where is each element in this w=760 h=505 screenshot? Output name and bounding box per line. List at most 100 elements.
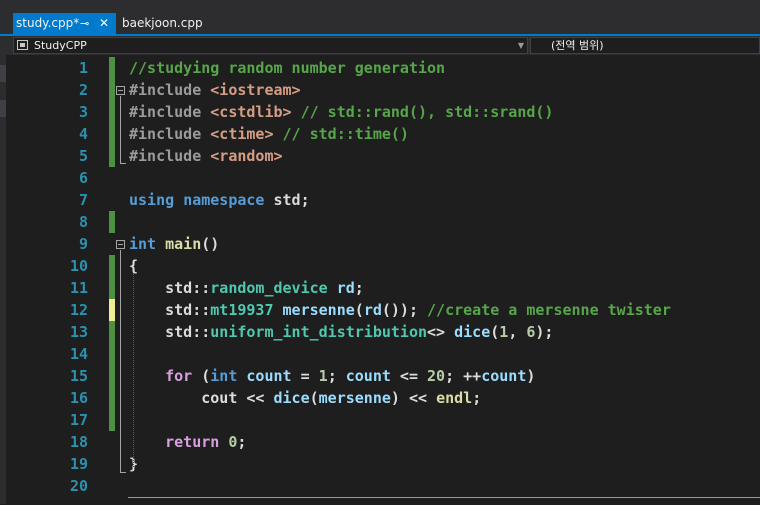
- code-text: cout << dice(mersenne) << endl;: [129, 387, 481, 409]
- code-token: std::: [129, 323, 211, 341]
- code-text: #include <iostream>: [129, 79, 301, 101]
- code-text: //studying random number generation: [129, 57, 445, 79]
- code-line[interactable]: 7 using namespace std;: [6, 189, 760, 211]
- code-token: );: [535, 323, 554, 341]
- code-token: 20: [427, 367, 446, 385]
- code-line[interactable]: 8: [6, 211, 760, 233]
- line-number: 20: [69, 477, 88, 495]
- indent-guide: [133, 273, 134, 467]
- code-token: count: [345, 367, 391, 385]
- code-token: <ctime>: [210, 125, 274, 143]
- change-marker: [109, 299, 115, 321]
- collapse-icon[interactable]: [116, 240, 125, 249]
- code-line[interactable]: 20: [6, 475, 760, 497]
- project-label: StudyCPP: [34, 39, 87, 52]
- project-dropdown[interactable]: StudyCPP ▼: [13, 37, 528, 54]
- code-token: (: [354, 301, 364, 319]
- code-token: endl: [436, 389, 473, 407]
- code-text: #include <ctime> // std::time(): [129, 123, 409, 145]
- change-marker: [109, 255, 115, 277]
- code-token: ());: [381, 301, 428, 319]
- code-token: #include: [129, 81, 211, 99]
- code-text: #include <random>: [129, 145, 283, 167]
- code-text: return 0;: [129, 431, 246, 453]
- code-editor[interactable]: 1 //studying random number generation 2 #in…: [6, 55, 760, 504]
- code-token: #include: [129, 147, 211, 165]
- code-token: ;: [327, 367, 346, 385]
- fold-region-end: [120, 163, 126, 164]
- change-marker: [109, 321, 115, 343]
- code-token: cout <<: [129, 389, 274, 407]
- tab-study-cpp[interactable]: study.cpp* ⊸ ✕: [13, 13, 116, 34]
- change-marker: [109, 277, 115, 299]
- code-token: <>: [427, 323, 455, 341]
- collapse-icon[interactable]: [116, 86, 125, 95]
- code-token: ; ++: [445, 367, 482, 385]
- line-number: 12: [69, 301, 88, 319]
- code-text: for (int count = 1; count <= 20; ++count…: [129, 365, 535, 387]
- scope-dropdown[interactable]: (전역 범위): [530, 37, 760, 54]
- code-token: std;: [264, 191, 310, 209]
- code-token: count: [481, 367, 527, 385]
- code-token: //studying random number generation: [129, 59, 446, 77]
- code-token: =: [291, 367, 319, 385]
- line-number: 6: [78, 169, 88, 187]
- change-marker: [109, 211, 115, 233]
- code-token: 1: [499, 323, 509, 341]
- code-text: std::random_device rd;: [129, 277, 364, 299]
- pin-icon[interactable]: ⊸: [80, 13, 89, 34]
- code-token: ): [526, 367, 536, 385]
- code-token: return: [165, 433, 220, 451]
- fold-region-line: [120, 96, 121, 163]
- code-token: dice: [273, 389, 310, 407]
- code-token: std::: [129, 279, 211, 297]
- line-number: 11: [69, 279, 88, 297]
- code-text: std::uniform_int_distribution<> dice(1, …: [129, 321, 553, 343]
- change-marker: [109, 409, 115, 431]
- line-number: 19: [69, 455, 88, 473]
- code-line[interactable]: 6: [6, 167, 760, 189]
- code-token: <iostream>: [210, 81, 301, 99]
- close-icon[interactable]: ✕: [99, 13, 109, 34]
- fold-region-line: [120, 250, 121, 472]
- line-number: 13: [69, 323, 88, 341]
- tab-label: study.cpp*: [16, 16, 80, 30]
- change-marker: [109, 101, 115, 123]
- line-number: 2: [78, 81, 88, 99]
- code-text: std::mt19937 mersenne(rd()); //create a …: [129, 299, 671, 321]
- code-token: mersenne: [318, 389, 391, 407]
- line-number: 17: [69, 411, 88, 429]
- code-token: main: [165, 235, 202, 253]
- code-token: #include: [129, 103, 211, 121]
- code-token: <=: [390, 367, 428, 385]
- line-number: 1: [78, 59, 88, 77]
- code-token: for: [165, 367, 193, 385]
- line-number: 18: [69, 433, 88, 451]
- code-line[interactable]: 1 //studying random number generation: [6, 57, 760, 79]
- scope-label: (전역 범위): [551, 39, 604, 52]
- code-token: (): [201, 235, 220, 253]
- code-token: <cstdlib>: [210, 103, 292, 121]
- code-token: rd: [336, 279, 355, 297]
- code-text: using namespace std;: [129, 189, 310, 211]
- code-token: 1: [318, 367, 328, 385]
- code-token: using: [129, 191, 175, 209]
- tab-baekjoon-cpp[interactable]: baekjoon.cpp: [120, 13, 203, 34]
- change-marker: [109, 387, 115, 409]
- change-marker: [109, 57, 115, 79]
- code-token: ) <<: [390, 389, 437, 407]
- code-token: mt19937: [210, 301, 274, 319]
- code-token: random_device: [210, 279, 328, 297]
- line-number: 4: [78, 125, 88, 143]
- code-token: // std::time(): [282, 125, 409, 143]
- code-token: ;: [354, 279, 364, 297]
- line-number: 5: [78, 147, 88, 165]
- line-number: 14: [69, 345, 88, 363]
